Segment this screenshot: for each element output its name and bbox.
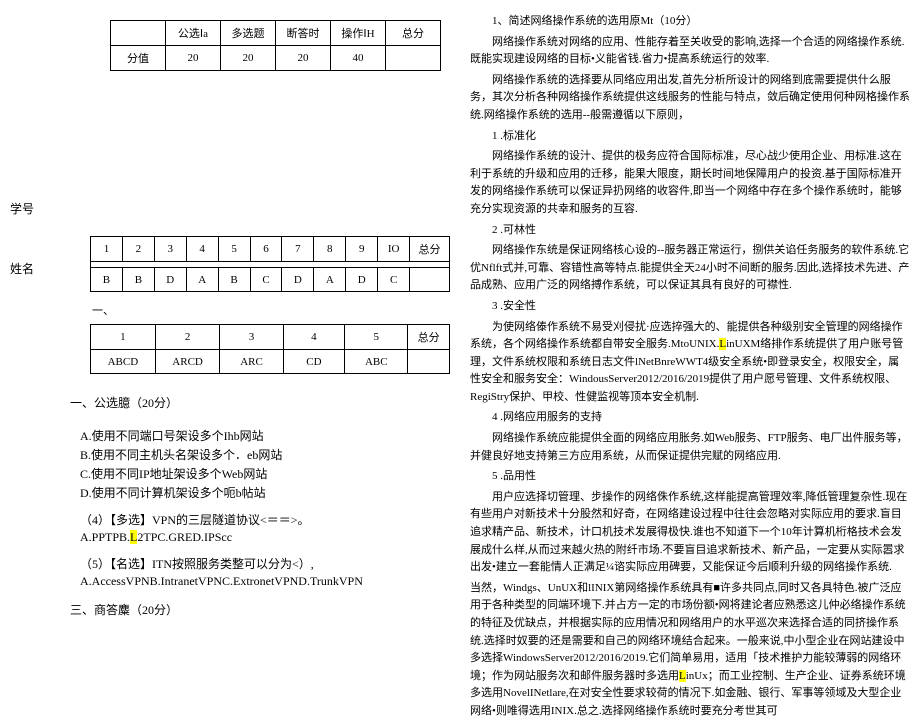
r-p2: 网络操作系统对网络的应用、性能存着至关收受的影响,选择一个合适的网络操作系统.既… [470,34,910,69]
opt-d: D.使用不同计算机架设多个呃b帖站 [80,484,450,501]
t3-r-5 [408,350,450,374]
t1-r-5 [386,46,441,71]
t2-h-6: 7 [282,237,314,262]
t1-r-1: 20 [166,46,221,71]
t2-h-0: 1 [91,237,123,262]
q5-ans: A.AccessVPNB.IntranetVPNC.ExtronetVPND.T… [80,574,450,589]
t3-h-5: 总分 [408,325,450,350]
r-p10: 4 .网络应用服务的支持 [470,409,910,427]
dash-text: 一、 [92,302,450,318]
t2-r-9: C [378,268,410,292]
r-p12: 5 .品用性 [470,468,910,486]
t2-h-1: 2 [122,237,154,262]
t1-r-3: 20 [276,46,331,71]
t3-h-3: 4 [283,325,345,350]
r-p9: 为使网络傣作系统不易受刈侵扰·应选捽强大的、能提供各种级别安全管理的网络操作系统… [470,319,910,407]
t2-h-10: 总分 [410,237,450,262]
t3-r-2: ARC [220,350,283,374]
r-p8: 3 .安全性 [470,298,910,316]
q4-title: （4）【多选】VPN的三层隧道协议<＝＝>。 [80,511,450,528]
t2-r-5: C [250,268,282,292]
t1-h-1: 公选Ⅰa [166,21,221,46]
q4-ans: A.PPTPB.L2TPC.GRED.IPScc [80,530,450,545]
t3-h-4: 5 [345,325,408,350]
label-xingming: 姓名 [10,260,34,277]
q5-title: （5）【名选】ITN按照服务类整可以分为<）, [80,555,450,572]
t2-h-7: 8 [314,237,346,262]
score-table-1: 公选Ⅰa 多选题 断答时 操作ⅠH 总分 分值 20 20 20 40 [110,20,441,71]
r-p6: 2 .可林性 [470,222,910,240]
t3-r-1: ARCD [155,350,220,374]
label-xuehao: 学号 [10,200,34,217]
t1-h-0 [111,21,166,46]
t2-h-9: IO [378,237,410,262]
t1-h-2: 多选题 [221,21,276,46]
opt-b: B.使用不同主机头名架设多个．eb网站 [80,446,450,463]
answer-table-3: 1 2 3 4 5 总分 ABCD ARCD ARC CD ABC [90,324,450,374]
r-p14-hl: L [679,670,686,682]
t3-h-2: 3 [220,325,283,350]
t1-h-4: 操作ⅠH [331,21,386,46]
t2-r-6: D [282,268,314,292]
r-p11: 网络操作系统应能提供全面的网络应用胀务.如Web服务、FTP服务、电厂出件服务等… [470,430,910,465]
t2-h-5: 6 [250,237,282,262]
r-p4: 1 .标准化 [470,128,910,146]
r-p5: 网络操作系统的设汁、提供的极务应符合国际标准，尽心战少使用企业、用标准.这在利于… [470,148,910,218]
t1-r-0: 分值 [111,46,166,71]
t3-r-4: ABC [345,350,408,374]
t3-r-3: CD [283,350,345,374]
t2-r-3: A [186,268,218,292]
t2-r-0: B [91,268,123,292]
t1-r-4: 40 [331,46,386,71]
t2-h-4: 5 [218,237,250,262]
r-p1: 1、简述网络操作系统的选用原Mt（10分） [470,13,910,31]
r-p13: 用户应选择切管理、步操作的网络侏作系统,这样能提高管理效率,降低管理复杂性.现在… [470,489,910,577]
t3-h-0: 1 [91,325,156,350]
r-p14: 当然，Windgs、UnUX和lINIX第网络操作系统具有■许多共同点,同时又各… [470,580,910,721]
t1-h-3: 断答时 [276,21,331,46]
t3-h-1: 2 [155,325,220,350]
opt-c: C.使用不同IP地址架设多个Web网站 [80,465,450,482]
t1-h-5: 总分 [386,21,441,46]
t2-r-7: A [314,268,346,292]
opt-a: A.使用不同端口号架设多个Ihb网站 [80,427,450,444]
t3-r-0: ABCD [91,350,156,374]
answer-table-2: 1 2 3 4 5 6 7 8 9 IO 总分 B B D A B C D [90,236,450,292]
section-1-title: 一、公选臆（20分） [70,392,450,415]
t2-h-8: 9 [346,237,378,262]
t2-r-2: D [154,268,186,292]
t2-r-8: D [346,268,378,292]
r-p7: 网络操作东统是保证网络核心设的--服务器正常运行，捌供关谄任务服务的软件系统.它… [470,242,910,295]
r-p3: 网络操作系统的选择要从同络应用出发,首先分析所设计的网络到底需要提供什么服务，其… [470,72,910,125]
t2-r-4: B [218,268,250,292]
t2-h-2: 3 [154,237,186,262]
t1-r-2: 20 [221,46,276,71]
t2-h-3: 4 [186,237,218,262]
section-3-title: 三、商答麋（20分） [70,599,450,622]
t2-r-1: B [122,268,154,292]
t2-r-10 [410,268,450,292]
